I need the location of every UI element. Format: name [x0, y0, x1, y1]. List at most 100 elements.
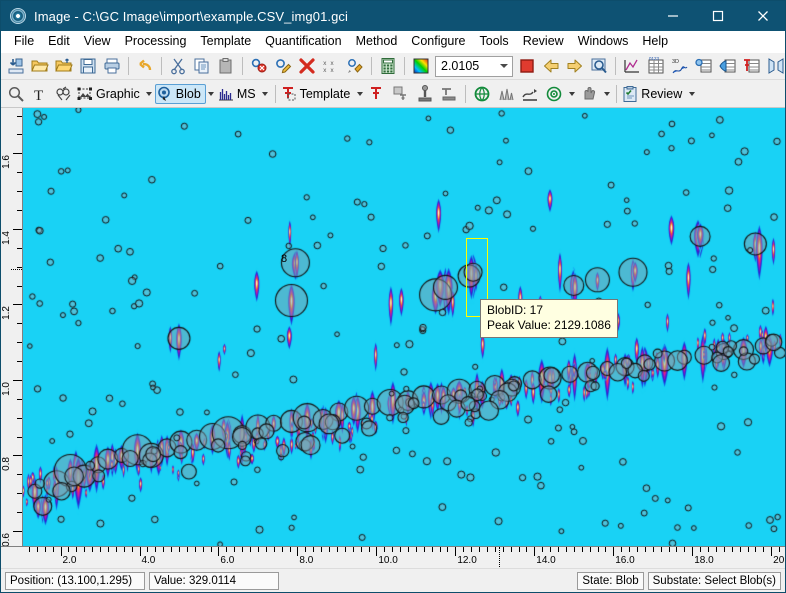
scale-combobox[interactable]: 2.0105	[435, 56, 513, 77]
y-axis-major-tick	[13, 531, 22, 532]
paste-button[interactable]	[214, 55, 238, 78]
import-button[interactable]	[4, 55, 28, 78]
undo-button[interactable]	[133, 55, 157, 78]
tooltip-blob-id: BlobID: 17	[487, 303, 611, 318]
peaks-button[interactable]	[494, 82, 518, 105]
x-axis-minor-tick	[566, 547, 567, 552]
colorbar-button[interactable]	[409, 55, 433, 78]
template-table-button[interactable]	[740, 55, 764, 78]
measure-tool-button[interactable]	[52, 82, 76, 105]
menu-item-windows[interactable]: Windows	[571, 32, 636, 51]
menu-item-help[interactable]: Help	[635, 32, 675, 51]
chevron-down-icon[interactable]	[144, 83, 155, 105]
calculator-button[interactable]	[376, 55, 400, 78]
review-button[interactable]: Review	[621, 85, 686, 103]
chevron-down-icon[interactable]	[566, 83, 577, 105]
template-match-button[interactable]	[437, 82, 461, 105]
y-axis-tick-label: 1.6	[2, 155, 12, 169]
x-axis-minor-tick	[432, 547, 433, 552]
stop-button[interactable]	[515, 55, 539, 78]
y-axis-ruler[interactable]: 0.60.81.01.21.41.6	[1, 108, 23, 546]
hand-button[interactable]	[577, 82, 601, 105]
close-button[interactable]	[740, 1, 785, 31]
chevron-down-icon[interactable]	[601, 83, 612, 105]
open-folder-alt-button[interactable]	[52, 55, 76, 78]
target-button[interactable]	[542, 82, 566, 105]
y-axis-minor-tick	[17, 418, 22, 419]
text-tool-button[interactable]: T	[28, 82, 52, 105]
review-label: Review	[639, 87, 686, 101]
blob-detect-icon	[250, 57, 268, 75]
back-arrow-button[interactable]	[539, 55, 563, 78]
baseline-icon	[521, 85, 539, 103]
edit-blob-button[interactable]	[271, 55, 295, 78]
template-move-button[interactable]	[389, 82, 413, 105]
save-button[interactable]	[76, 55, 100, 78]
ms-icon	[217, 85, 235, 103]
chevron-down-icon[interactable]	[686, 83, 697, 105]
template-add-button[interactable]	[365, 82, 389, 105]
chevron-down-icon[interactable]	[495, 64, 512, 68]
text-tool-icon: T	[31, 85, 49, 103]
menu-item-processing[interactable]: Processing	[118, 32, 194, 51]
menu-item-method[interactable]: Method	[349, 32, 405, 51]
blob-paint-button[interactable]	[343, 55, 367, 78]
tool-blob-tool[interactable]: Blob	[155, 84, 206, 104]
chevron-down-icon[interactable]	[206, 83, 217, 105]
x-axis-minor-tick	[511, 547, 512, 552]
x-axis-minor-tick	[187, 547, 188, 552]
menu-item-review[interactable]: Review	[516, 32, 571, 51]
cut-button[interactable]	[166, 55, 190, 78]
y-axis-major-tick	[13, 304, 22, 305]
blob-detect-button[interactable]	[247, 55, 271, 78]
zoom-tool-button[interactable]	[4, 82, 28, 105]
plot-canvas-wrapper[interactable]: 8 BlobID: 17 Peak Value: 2129.1086	[23, 108, 785, 546]
compare-table-button[interactable]	[716, 55, 740, 78]
maximize-button[interactable]	[695, 1, 740, 31]
clear-blobs-button[interactable]: x xx x	[319, 55, 343, 78]
menu-item-tools[interactable]: Tools	[473, 32, 516, 51]
chevron-down-icon[interactable]	[260, 83, 271, 105]
menu-item-configure[interactable]: Configure	[404, 32, 472, 51]
data-table-button[interactable]: 0123	[644, 55, 668, 78]
delete-blob-icon	[298, 57, 316, 75]
blob-paint-icon	[346, 57, 364, 75]
x-axis-minor-tick	[108, 547, 109, 552]
print-button[interactable]	[100, 55, 124, 78]
menu-item-quantification[interactable]: Quantification	[258, 32, 348, 51]
tool-template-tool[interactable]: Template	[280, 85, 355, 103]
blob-table-button[interactable]	[692, 55, 716, 78]
scale-value[interactable]: 2.0105	[436, 59, 495, 73]
tool-graphic-tool[interactable]: Graphic	[76, 85, 144, 103]
x-axis-minor-tick	[171, 547, 172, 552]
forward-arrow-button[interactable]	[563, 55, 587, 78]
x-axis-tick-label: 2.0	[63, 555, 77, 566]
gc-image-canvas[interactable]	[23, 108, 785, 546]
menu-item-template[interactable]: Template	[193, 32, 258, 51]
x-axis-minor-tick	[274, 547, 275, 552]
tool-ms-tool[interactable]: MS	[217, 85, 260, 103]
x-axis-minor-tick	[661, 547, 662, 552]
menu-item-file[interactable]: File	[7, 32, 41, 51]
x-axis-major-tick	[376, 547, 377, 556]
chevron-down-icon[interactable]	[354, 83, 365, 105]
template-anchor-button[interactable]	[413, 82, 437, 105]
image-compare-button[interactable]	[764, 55, 786, 78]
copy-button[interactable]	[190, 55, 214, 78]
chromatogram-button[interactable]	[620, 55, 644, 78]
menu-item-view[interactable]: View	[77, 32, 118, 51]
delete-blob-button[interactable]	[295, 55, 319, 78]
globe-button[interactable]	[470, 82, 494, 105]
surface-3d-button[interactable]: 3D	[668, 55, 692, 78]
x-axis-minor-tick	[653, 547, 654, 552]
image-plot-area[interactable]: 8 BlobID: 17 Peak Value: 2129.1086 0.60.…	[1, 108, 785, 568]
menu-item-edit[interactable]: Edit	[41, 32, 77, 51]
x-axis-ruler[interactable]: 2.04.06.08.010.012.014.016.018.020.0	[1, 546, 785, 568]
open-folder-button[interactable]	[28, 55, 52, 78]
x-axis-minor-tick	[345, 547, 346, 552]
paste-icon	[217, 57, 235, 75]
x-axis-minor-tick	[708, 547, 709, 552]
minimize-button[interactable]	[650, 1, 695, 31]
zoom-region-button[interactable]	[587, 55, 611, 78]
baseline-button[interactable]	[518, 82, 542, 105]
